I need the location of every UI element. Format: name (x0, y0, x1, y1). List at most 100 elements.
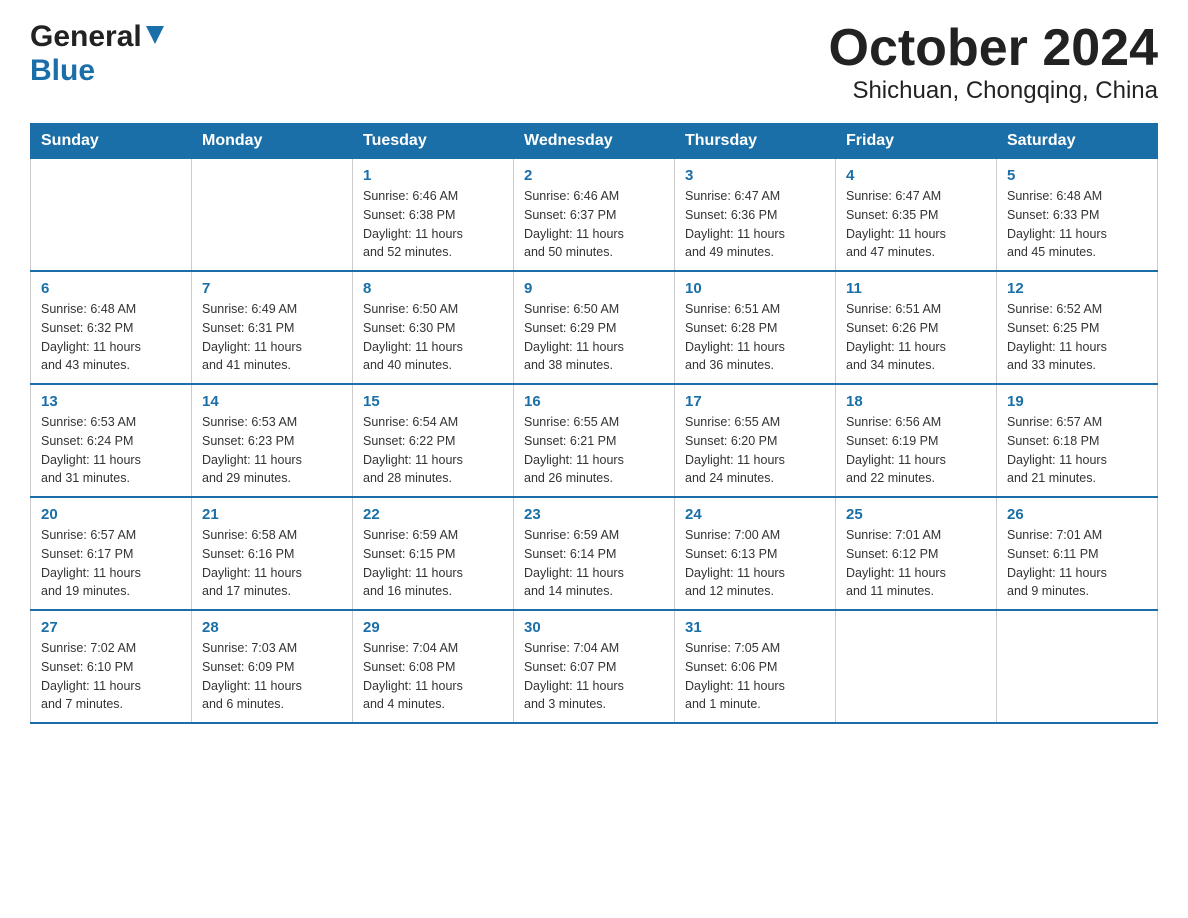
day-info: Sunrise: 6:48 AM Sunset: 6:32 PM Dayligh… (41, 300, 181, 375)
day-number: 23 (524, 506, 664, 523)
calendar-cell: 12 Sunrise: 6:52 AM Sunset: 6:25 PM Dayli… (997, 271, 1158, 384)
calendar-cell (836, 610, 997, 723)
calendar-cell: 23 Sunrise: 6:59 AM Sunset: 6:14 PM Dayli… (514, 497, 675, 610)
day-number: 4 (846, 167, 986, 184)
calendar-cell (192, 159, 353, 272)
day-number: 6 (41, 280, 181, 297)
day-number: 3 (685, 167, 825, 184)
day-number: 20 (41, 506, 181, 523)
calendar-cell: 28 Sunrise: 7:03 AM Sunset: 6:09 PM Dayli… (192, 610, 353, 723)
day-info: Sunrise: 6:54 AM Sunset: 6:22 PM Dayligh… (363, 413, 503, 488)
calendar-cell (997, 610, 1158, 723)
day-number: 13 (41, 393, 181, 410)
day-info: Sunrise: 7:04 AM Sunset: 6:08 PM Dayligh… (363, 639, 503, 714)
day-number: 24 (685, 506, 825, 523)
calendar-week-row: 13 Sunrise: 6:53 AM Sunset: 6:24 PM Dayli… (31, 384, 1158, 497)
day-info: Sunrise: 7:01 AM Sunset: 6:12 PM Dayligh… (846, 526, 986, 601)
day-number: 25 (846, 506, 986, 523)
day-info: Sunrise: 7:03 AM Sunset: 6:09 PM Dayligh… (202, 639, 342, 714)
calendar-cell: 4 Sunrise: 6:47 AM Sunset: 6:35 PM Daylig… (836, 159, 997, 272)
day-info: Sunrise: 6:56 AM Sunset: 6:19 PM Dayligh… (846, 413, 986, 488)
day-info: Sunrise: 6:46 AM Sunset: 6:38 PM Dayligh… (363, 187, 503, 262)
calendar-week-row: 1 Sunrise: 6:46 AM Sunset: 6:38 PM Daylig… (31, 159, 1158, 272)
day-info: Sunrise: 6:59 AM Sunset: 6:15 PM Dayligh… (363, 526, 503, 601)
day-header-saturday: Saturday (997, 124, 1158, 159)
page-title: October 2024 (829, 20, 1159, 77)
calendar-cell: 21Sunrise: 6:58 AM Sunset: 6:16 PM Dayli… (192, 497, 353, 610)
day-number: 29 (363, 619, 503, 636)
day-number: 19 (1007, 393, 1147, 410)
day-info: Sunrise: 6:47 AM Sunset: 6:35 PM Dayligh… (846, 187, 986, 262)
calendar-cell: 10 Sunrise: 6:51 AM Sunset: 6:28 PM Dayli… (675, 271, 836, 384)
day-header-wednesday: Wednesday (514, 124, 675, 159)
day-number: 17 (685, 393, 825, 410)
day-number: 8 (363, 280, 503, 297)
calendar-cell: 5 Sunrise: 6:48 AM Sunset: 6:33 PM Daylig… (997, 159, 1158, 272)
day-number: 30 (524, 619, 664, 636)
day-info: Sunrise: 6:59 AM Sunset: 6:14 PM Dayligh… (524, 526, 664, 601)
day-info: Sunrise: 6:55 AM Sunset: 6:21 PM Dayligh… (524, 413, 664, 488)
day-info: Sunrise: 6:46 AM Sunset: 6:37 PM Dayligh… (524, 187, 664, 262)
calendar-cell: 13 Sunrise: 6:53 AM Sunset: 6:24 PM Dayli… (31, 384, 192, 497)
day-number: 16 (524, 393, 664, 410)
day-number: 10 (685, 280, 825, 297)
calendar-cell: 16 Sunrise: 6:55 AM Sunset: 6:21 PM Dayli… (514, 384, 675, 497)
day-number: 18 (846, 393, 986, 410)
calendar-cell: 31 Sunrise: 7:05 AM Sunset: 6:06 PM Dayli… (675, 610, 836, 723)
calendar-cell (31, 159, 192, 272)
day-info: Sunrise: 7:02 AM Sunset: 6:10 PM Dayligh… (41, 639, 181, 714)
day-info: Sunrise: 6:57 AM Sunset: 6:18 PM Dayligh… (1007, 413, 1147, 488)
calendar-cell: 22 Sunrise: 6:59 AM Sunset: 6:15 PM Dayli… (353, 497, 514, 610)
day-header-friday: Friday (836, 124, 997, 159)
calendar-week-row: 27 Sunrise: 7:02 AM Sunset: 6:10 PM Dayli… (31, 610, 1158, 723)
calendar-cell: 27 Sunrise: 7:02 AM Sunset: 6:10 PM Dayli… (31, 610, 192, 723)
calendar-cell: 30 Sunrise: 7:04 AM Sunset: 6:07 PM Dayli… (514, 610, 675, 723)
logo-general-text: General (30, 20, 142, 54)
day-number: 31 (685, 619, 825, 636)
logo-blue-text: Blue (30, 54, 95, 88)
day-info: Sunrise: 6:53 AM Sunset: 6:23 PM Dayligh… (202, 413, 342, 488)
day-info: Sunrise: 6:53 AM Sunset: 6:24 PM Dayligh… (41, 413, 181, 488)
calendar-week-row: 6 Sunrise: 6:48 AM Sunset: 6:32 PM Daylig… (31, 271, 1158, 384)
day-info: Sunrise: 6:51 AM Sunset: 6:28 PM Dayligh… (685, 300, 825, 375)
day-info: Sunrise: 7:04 AM Sunset: 6:07 PM Dayligh… (524, 639, 664, 714)
day-number: 2 (524, 167, 664, 184)
day-number: 22 (363, 506, 503, 523)
calendar-cell: 19 Sunrise: 6:57 AM Sunset: 6:18 PM Dayli… (997, 384, 1158, 497)
calendar-cell: 25 Sunrise: 7:01 AM Sunset: 6:12 PM Dayli… (836, 497, 997, 610)
day-number: 5 (1007, 167, 1147, 184)
page-subtitle: Shichuan, Chongqing, China (829, 77, 1159, 105)
calendar-cell: 3Sunrise: 6:47 AM Sunset: 6:36 PM Daylig… (675, 159, 836, 272)
calendar-cell: 17Sunrise: 6:55 AM Sunset: 6:20 PM Dayli… (675, 384, 836, 497)
logo: General Blue (30, 20, 166, 88)
day-number: 27 (41, 619, 181, 636)
day-info: Sunrise: 6:50 AM Sunset: 6:30 PM Dayligh… (363, 300, 503, 375)
day-header-monday: Monday (192, 124, 353, 159)
calendar-cell: 18 Sunrise: 6:56 AM Sunset: 6:19 PM Dayli… (836, 384, 997, 497)
calendar-cell: 29 Sunrise: 7:04 AM Sunset: 6:08 PM Dayli… (353, 610, 514, 723)
calendar-cell: 9Sunrise: 6:50 AM Sunset: 6:29 PM Daylig… (514, 271, 675, 384)
calendar-cell: 24 Sunrise: 7:00 AM Sunset: 6:13 PM Dayli… (675, 497, 836, 610)
day-info: Sunrise: 6:51 AM Sunset: 6:26 PM Dayligh… (846, 300, 986, 375)
calendar-table: SundayMondayTuesdayWednesdayThursdayFrid… (30, 123, 1158, 724)
day-number: 11 (846, 280, 986, 297)
calendar-cell: 7Sunrise: 6:49 AM Sunset: 6:31 PM Daylig… (192, 271, 353, 384)
day-info: Sunrise: 6:48 AM Sunset: 6:33 PM Dayligh… (1007, 187, 1147, 262)
day-info: Sunrise: 6:58 AM Sunset: 6:16 PM Dayligh… (202, 526, 342, 601)
day-info: Sunrise: 7:00 AM Sunset: 6:13 PM Dayligh… (685, 526, 825, 601)
calendar-cell: 20Sunrise: 6:57 AM Sunset: 6:17 PM Dayli… (31, 497, 192, 610)
day-header-sunday: Sunday (31, 124, 192, 159)
day-number: 1 (363, 167, 503, 184)
day-info: Sunrise: 6:52 AM Sunset: 6:25 PM Dayligh… (1007, 300, 1147, 375)
day-number: 14 (202, 393, 342, 410)
day-info: Sunrise: 6:50 AM Sunset: 6:29 PM Dayligh… (524, 300, 664, 375)
calendar-cell: 15 Sunrise: 6:54 AM Sunset: 6:22 PM Dayli… (353, 384, 514, 497)
day-number: 15 (363, 393, 503, 410)
day-header-thursday: Thursday (675, 124, 836, 159)
day-header-tuesday: Tuesday (353, 124, 514, 159)
day-number: 12 (1007, 280, 1147, 297)
calendar-cell: 11 Sunrise: 6:51 AM Sunset: 6:26 PM Dayli… (836, 271, 997, 384)
day-info: Sunrise: 7:05 AM Sunset: 6:06 PM Dayligh… (685, 639, 825, 714)
logo-arrow-icon (144, 24, 166, 46)
day-number: 28 (202, 619, 342, 636)
